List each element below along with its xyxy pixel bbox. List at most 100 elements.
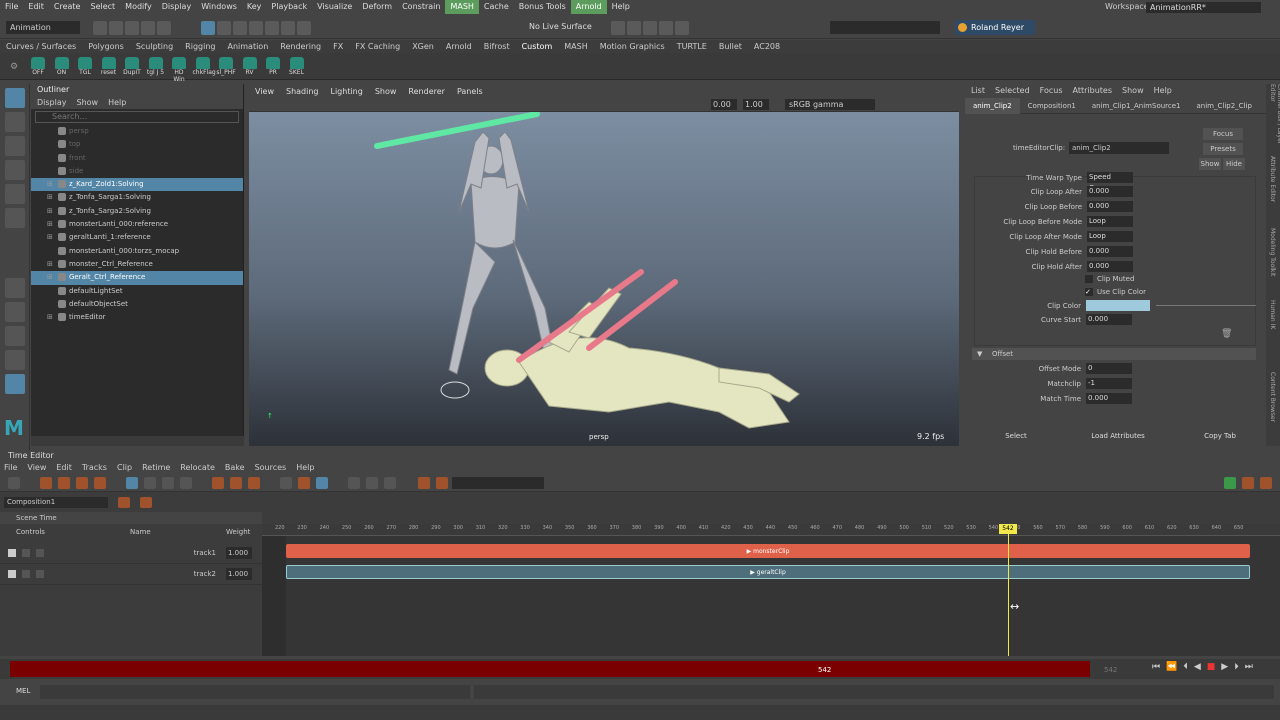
save-scene-icon[interactable]: [125, 21, 139, 35]
track-row[interactable]: track2 1.000: [0, 565, 262, 585]
create-clip-icon[interactable]: [40, 477, 52, 489]
key-set-icon[interactable]: [230, 477, 242, 489]
track-mute-checkbox[interactable]: [8, 549, 16, 557]
menu-playback[interactable]: Playback: [266, 0, 312, 14]
play-forward-icon[interactable]: ▶: [1221, 662, 1228, 672]
clip-color-slider[interactable]: [1156, 305, 1256, 306]
scale-clip-icon[interactable]: [162, 477, 174, 489]
outliner-item[interactable]: ⊞ z_Tonfa_Sarga2:Solving: [31, 205, 243, 218]
te-menu-help[interactable]: Help: [296, 462, 314, 474]
ae-tab-anim-clip1-animsource1[interactable]: anim_Clip1_AnimSource1: [1084, 98, 1189, 114]
shelf-button-on[interactable]: ON: [52, 57, 72, 79]
menu-help[interactable]: Help: [607, 0, 635, 14]
track-mute-checkbox[interactable]: [8, 570, 16, 578]
track-row[interactable]: track1 1.000: [0, 544, 262, 564]
shelf-button-tgl-j-5[interactable]: tgl J 5: [146, 57, 166, 79]
te-search-input[interactable]: [452, 477, 544, 489]
outliner-item[interactable]: ⊞ monsterLanti_000:reference: [31, 218, 243, 231]
paint-select-icon[interactable]: [5, 136, 25, 156]
attr-value[interactable]: Speed Curve: [1087, 172, 1133, 192]
shelf-button-rv[interactable]: RV: [240, 57, 260, 79]
clip-muted-row[interactable]: Clip Muted: [1085, 275, 1134, 283]
split-clip-icon[interactable]: [94, 477, 106, 489]
audio-icon[interactable]: [418, 477, 430, 489]
undo-icon[interactable]: [141, 21, 155, 35]
command-language[interactable]: MEL: [16, 687, 30, 695]
viewport-menu-shading[interactable]: Shading: [280, 86, 325, 98]
clip-geraltclip[interactable]: ▶ geraltClip: [286, 565, 1250, 579]
shelf-tab-polygons[interactable]: Polygons: [82, 40, 130, 53]
shelf-button-dupit[interactable]: DupIT: [122, 57, 142, 79]
add-clip-icon[interactable]: [58, 477, 70, 489]
time-slider[interactable]: 542 542 ⏮ ⏪ ⏴ ◀ ■ ▶ ⏵ ⏭: [0, 659, 1280, 679]
input-field[interactable]: [830, 21, 940, 34]
single-view-icon[interactable]: [5, 278, 25, 298]
expand-icon[interactable]: ⊞: [47, 271, 53, 284]
view-toggle-icon[interactable]: [1224, 477, 1236, 489]
shelf-tab-rendering[interactable]: Rendering: [274, 40, 327, 53]
attr-value[interactable]: Loop: [1087, 216, 1133, 227]
te-menu-file[interactable]: File: [4, 462, 17, 474]
command-input[interactable]: [40, 685, 470, 699]
shelf-button-off[interactable]: OFF: [28, 57, 48, 79]
outliner-item[interactable]: ⊞ timeEditor: [31, 311, 243, 324]
render-settings-icon[interactable]: [643, 21, 657, 35]
focus-button[interactable]: Focus: [1203, 128, 1243, 140]
snap-view-icon[interactable]: [281, 21, 295, 35]
redo-icon[interactable]: [157, 21, 171, 35]
four-view-icon[interactable]: [5, 302, 25, 322]
viewport-menu-panels[interactable]: Panels: [451, 86, 489, 98]
match-time-field[interactable]: 0.000: [1086, 393, 1132, 404]
new-scene-icon[interactable]: [93, 21, 107, 35]
outliner-item[interactable]: side: [31, 165, 243, 178]
pin-icon[interactable]: [366, 477, 378, 489]
outliner-item[interactable]: persp: [31, 125, 243, 138]
side-by-side-icon[interactable]: [5, 326, 25, 346]
expand-icon[interactable]: ⊞: [47, 311, 53, 324]
outliner-item[interactable]: ⊞ geraltLanti_1:reference: [31, 231, 243, 244]
outliner-item[interactable]: ⊞ monster_Ctrl_Reference: [31, 258, 243, 271]
shelf-tab-curves-surfaces[interactable]: Curves / Surfaces: [0, 40, 82, 53]
settings-icon[interactable]: [1242, 477, 1254, 489]
scale-tool-icon[interactable]: [5, 208, 25, 228]
snap-icon[interactable]: [316, 477, 328, 489]
shelf-button-tgl[interactable]: TGL: [75, 57, 95, 79]
presets-button[interactable]: Presets: [1203, 143, 1243, 155]
outliner-item[interactable]: defaultLightSet: [31, 285, 243, 298]
menu-windows[interactable]: Windows: [196, 0, 242, 14]
shelf-tab-bifrost[interactable]: Bifrost: [478, 40, 516, 53]
outliner-menu-display[interactable]: Display: [37, 96, 67, 109]
load-attributes-button[interactable]: Load Attributes: [1067, 426, 1169, 446]
workspace-select[interactable]: AnimationRR*: [1146, 2, 1261, 13]
ae-tab-composition1[interactable]: Composition1: [1020, 98, 1084, 114]
stop-icon[interactable]: ■: [1207, 662, 1216, 672]
user-button[interactable]: Roland Reyer: [955, 20, 1035, 35]
snap-point-icon[interactable]: [249, 21, 263, 35]
live-icon[interactable]: [297, 21, 311, 35]
shelf-tab-fx[interactable]: FX: [327, 40, 349, 53]
shelf-button-sl-phf[interactable]: sl_PHF: [216, 57, 236, 79]
te-menu-sources[interactable]: Sources: [255, 462, 287, 474]
timeline-area[interactable]: 220 230 240 250 260 270 280 290 300 310 320 330 340 3…: [262, 524, 1280, 656]
te-menu-clip[interactable]: Clip: [117, 462, 132, 474]
time-cursor[interactable]: [1008, 524, 1009, 656]
side-tab-human-ik[interactable]: Human IK: [1269, 300, 1276, 372]
menu-visualize[interactable]: Visualize: [312, 0, 357, 14]
ae-tab-anim-clip2[interactable]: anim_Clip2: [965, 97, 1020, 114]
ae-menu-list[interactable]: List: [971, 84, 985, 98]
te-menu-edit[interactable]: Edit: [56, 462, 72, 474]
rotate-tool-icon[interactable]: [5, 184, 25, 204]
use-clip-color-row[interactable]: ✓ Use Clip Color: [1085, 288, 1146, 296]
outliner-menu-help[interactable]: Help: [108, 96, 126, 109]
ae-menu-focus[interactable]: Focus: [1040, 84, 1063, 98]
persp-outliner-icon[interactable]: [5, 350, 25, 370]
trim-clip-icon[interactable]: [180, 477, 192, 489]
menu-display[interactable]: Display: [157, 0, 197, 14]
select-mode-icon[interactable]: [201, 21, 215, 35]
shelf-tab-animation[interactable]: Animation: [221, 40, 274, 53]
step-back-key-icon[interactable]: ⏪: [1166, 662, 1177, 672]
ae-tab-anim-clip2-clip[interactable]: anim_Clip2_Clip: [1189, 98, 1260, 114]
te-menu-bake[interactable]: Bake: [225, 462, 245, 474]
outliner-item[interactable]: monsterLanti_000:torzs_mocap: [31, 245, 243, 258]
attr-value[interactable]: 0.000: [1087, 246, 1133, 257]
